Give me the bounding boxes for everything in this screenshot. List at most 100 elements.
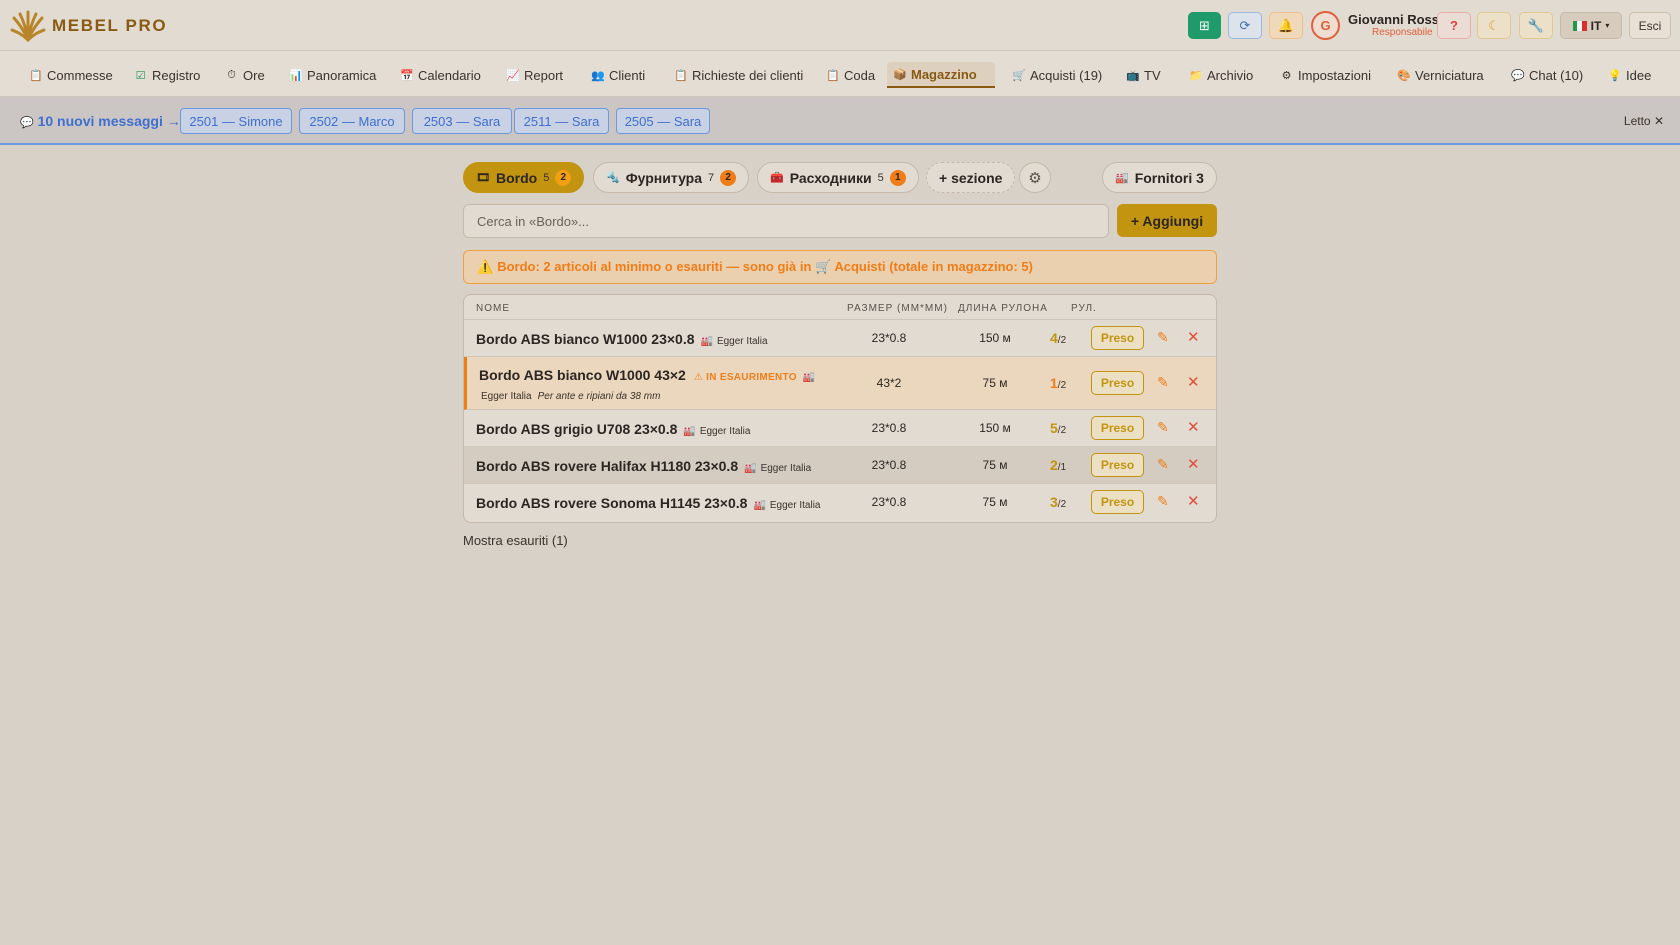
column-header-rolls[interactable]: РУЛ. [1071, 303, 1097, 314]
suppliers-button[interactable]: 🏭 Fornitori 3 [1102, 162, 1217, 193]
tab-label: Фурнитура [625, 169, 703, 186]
message-chip[interactable]: 2502 — Marco [299, 108, 405, 134]
message-chip[interactable]: 2503 — Sara [412, 108, 512, 134]
nav-item-calendario[interactable]: 📅 Calendario [394, 62, 487, 88]
item-size: 43*2 [876, 376, 902, 390]
tab-raskhodniki[interactable]: 🧰 Расходники 5 1 [757, 162, 919, 193]
delete-icon[interactable]: ✕ [1187, 328, 1200, 346]
item-name-text: Bordo ABS bianco W1000 23×0.8 [476, 331, 695, 347]
item-name[interactable]: Bordo ABS grigio U708 23×0.8 🏭 Egger Itali… [476, 421, 750, 437]
item-name[interactable]: Bordo ABS bianco W1000 23×0.8 🏭 Egger Ital… [476, 331, 768, 347]
clipboard-icon: 📋 [29, 69, 43, 82]
nav-label: Richieste dei clienti [692, 67, 804, 83]
nav-item-ore[interactable]: ⏱ Ore [219, 62, 271, 88]
add-section-button[interactable]: + sezione [926, 162, 1016, 193]
folder-icon: 📁 [1189, 69, 1203, 82]
nav-item-chat[interactable]: 💬 Chat (10) [1505, 62, 1589, 88]
tab-bordo[interactable]: 🎞 Bordo 5 2 [463, 162, 585, 193]
section-settings-button[interactable]: ⚙ [1019, 162, 1051, 193]
pencil-icon[interactable]: ✎ [1157, 329, 1169, 346]
item-length: 150 м [979, 421, 1011, 435]
item-name[interactable]: Bordo ABS bianco W1000 43×2 ⚠ IN ESAURIME… [479, 367, 815, 383]
take-button[interactable]: Preso [1091, 416, 1144, 440]
pencil-icon[interactable]: ✎ [1157, 374, 1169, 391]
nav-item-idee[interactable]: 💡 Idee [1602, 62, 1657, 88]
minimum-value: /2 [1057, 335, 1067, 346]
new-messages-link[interactable]: 💬 10 nuovi messaggi → [20, 113, 181, 129]
take-button[interactable]: Preso [1091, 490, 1144, 514]
nav-item-registro[interactable]: ☑ Registro [128, 62, 206, 88]
column-header-length[interactable]: ДЛИНА РУЛОНА [958, 303, 1048, 314]
take-button[interactable]: Preso [1091, 453, 1144, 477]
warning-icon: ⚠️ [477, 259, 494, 274]
supplier-name: Egger Italia [481, 391, 532, 402]
delete-icon[interactable]: ✕ [1187, 492, 1200, 510]
tab-badge: 2 [555, 169, 572, 186]
pencil-icon[interactable]: ✎ [1157, 493, 1169, 510]
speech-bubble-icon: 💬 [20, 117, 34, 129]
low-stock-alert: ⚠️ Bordo: 2 articoli al minimo o esaurit… [463, 250, 1217, 284]
add-item-button[interactable]: + Aggiungi [1117, 204, 1217, 237]
nav-label: Report [524, 67, 564, 83]
item-name[interactable]: Bordo ABS rovere Sonoma H1145 23×0.8 🏭 Egg… [476, 495, 820, 511]
minimum-value: /2 [1057, 499, 1067, 510]
pencil-icon[interactable]: ✎ [1157, 456, 1169, 473]
nav-label: Commesse [47, 67, 113, 83]
gear-icon: ⚙ [1281, 69, 1292, 82]
item-details: Egger Italia Per ante e ripiani da 38 mm [481, 391, 660, 402]
item-size: 23*0.8 [871, 331, 907, 345]
top-bar: MEBEL PRO ⊞ ⟳ 🔔 G Giovanni Rossi Respons… [0, 0, 1680, 51]
theme-toggle-button[interactable]: ☾ [1477, 12, 1511, 39]
tab-furnitura[interactable]: 🔩 Фурнитура 7 2 [593, 162, 750, 193]
delete-icon[interactable]: ✕ [1187, 455, 1200, 473]
show-depleted-link[interactable]: Mostra esauriti (1) [463, 533, 568, 548]
nav-item-tv[interactable]: 📺 TV [1120, 62, 1167, 88]
nav-item-richieste[interactable]: 📋 Richieste dei clienti [668, 62, 809, 88]
refresh-button[interactable]: ⟳ [1228, 12, 1262, 39]
lightbulb-icon: 💡 [1608, 69, 1622, 82]
logout-button[interactable]: Esci [1629, 12, 1671, 39]
user-role: Responsabile [1372, 27, 1433, 38]
nav-label: Archivio [1207, 67, 1254, 83]
add-window-button[interactable]: ⊞ [1188, 12, 1221, 39]
item-name-text: Bordo ABS grigio U708 23×0.8 [476, 421, 678, 437]
nav-item-clienti[interactable]: 👥 Clienti [585, 62, 651, 88]
message-chip[interactable]: 2505 — Sara [616, 108, 710, 134]
notifications-button[interactable]: 🔔 [1269, 12, 1303, 39]
factory-icon: 🏭 [753, 500, 766, 511]
nav-item-commesse[interactable]: 📋 Commesse [23, 62, 119, 88]
nav-item-magazzino[interactable]: 📦 Magazzino [887, 62, 995, 88]
nav-item-acquisti[interactable]: 🛒 Acquisti (19) [1006, 62, 1108, 88]
take-button[interactable]: Preso [1091, 371, 1144, 395]
take-button[interactable]: Preso [1091, 326, 1144, 350]
item-size: 23*0.8 [871, 458, 907, 472]
message-chip[interactable]: 2501 — Simone [180, 108, 292, 134]
search-input[interactable] [463, 204, 1109, 238]
minimum-value: /2 [1057, 425, 1067, 436]
nav-item-verniciatura[interactable]: 🎨 Verniciatura [1391, 62, 1490, 88]
item-name-text: Bordo ABS rovere Halifax H1180 23×0.8 [476, 458, 739, 474]
column-header-name[interactable]: NOME [476, 303, 510, 314]
table-row: Bordo ABS grigio U708 23×0.8 🏭 Egger Itali… [464, 410, 1216, 447]
help-button[interactable]: ? [1437, 12, 1471, 39]
item-name[interactable]: Bordo ABS rovere Halifax H1180 23×0.8 🏭 Eg… [476, 458, 811, 474]
nav-label: Impostazioni [1298, 67, 1371, 83]
nav-label: Coda [844, 67, 876, 83]
nav-item-coda[interactable]: 📋 Coda [820, 62, 881, 88]
mark-read-button[interactable]: Letto ✕ [1624, 114, 1664, 128]
item-size: 23*0.8 [871, 495, 907, 509]
column-header-size[interactable]: РАЗМЕР (ММ*ММ) [847, 303, 948, 314]
tools-button[interactable]: 🔧 [1519, 12, 1553, 39]
delete-icon[interactable]: ✕ [1187, 418, 1200, 436]
pencil-icon[interactable]: ✎ [1157, 419, 1169, 436]
avatar[interactable]: G [1311, 11, 1340, 40]
language-label: IT [1590, 18, 1602, 33]
nav-item-archivio[interactable]: 📁 Archivio [1183, 62, 1259, 88]
nav-item-panoramica[interactable]: 📊 Panoramica [283, 62, 382, 88]
nav-item-impostazioni[interactable]: ⚙ Impostazioni [1274, 62, 1377, 88]
nav-item-report[interactable]: 📈 Report [500, 62, 569, 88]
message-chip[interactable]: 2511 — Sara [514, 108, 609, 134]
language-select[interactable]: IT ▾ [1560, 12, 1622, 39]
delete-icon[interactable]: ✕ [1187, 373, 1200, 391]
calendar-icon: 📅 [400, 69, 414, 82]
